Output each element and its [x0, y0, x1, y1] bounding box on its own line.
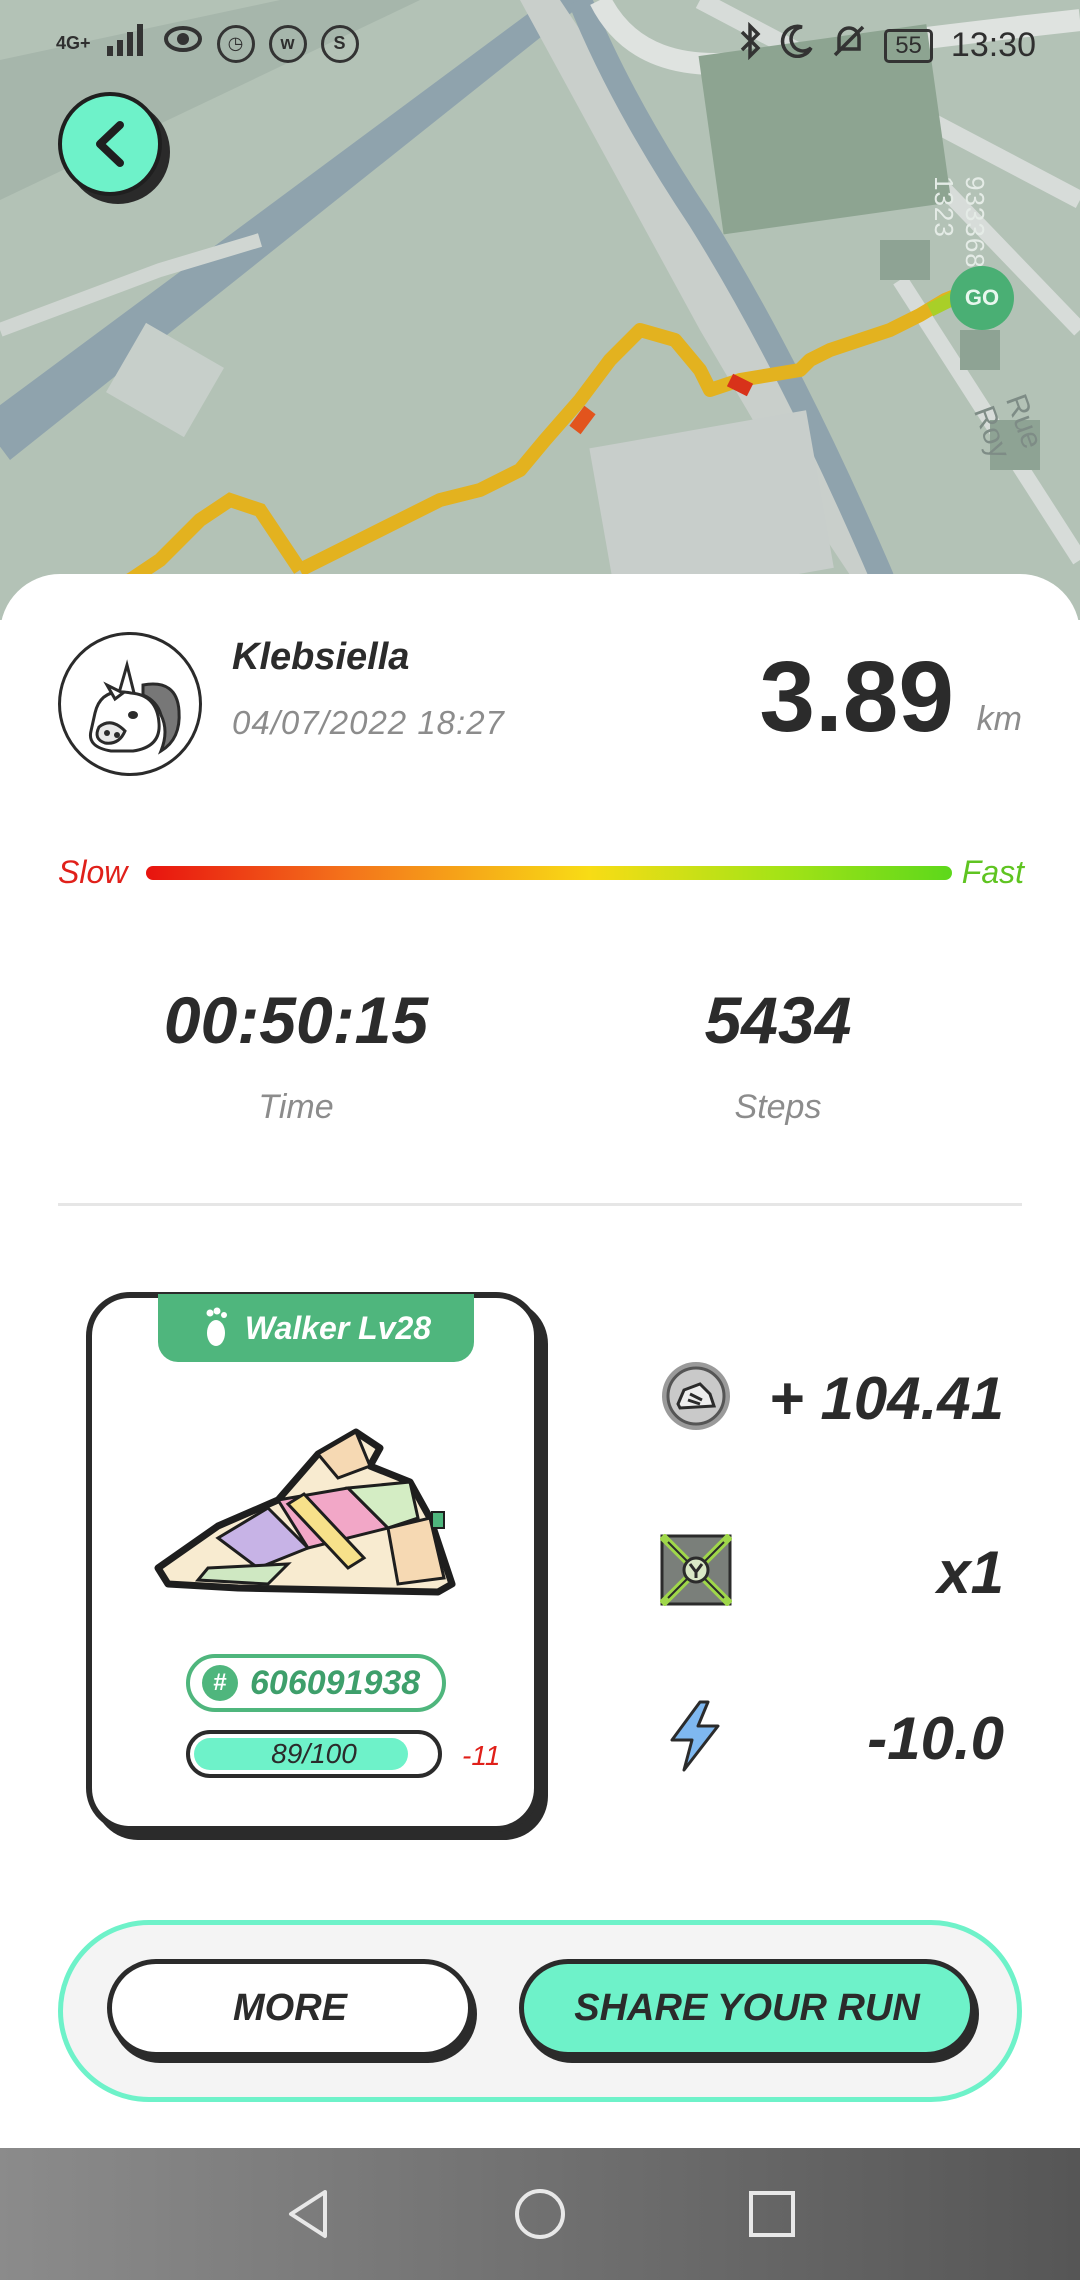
gst-coin-icon [662, 1362, 730, 1430]
status-right: 55 13:30 [738, 21, 1036, 69]
share-run-button[interactable]: SHARE YOUR RUN [519, 1959, 975, 2057]
hash-icon: # [202, 1665, 238, 1701]
speed-fast-label: Fast [961, 854, 1024, 890]
unicorn-avatar-icon [88, 659, 181, 755]
avatar[interactable] [58, 632, 202, 776]
chevron-left-icon [96, 121, 124, 167]
distance-value: 3.89 [759, 641, 954, 753]
reward-mystery-box: x1 [660, 1530, 1022, 1610]
time-value: 00:50:15 [163, 983, 429, 1057]
start-go-marker: GO [950, 266, 1014, 330]
status-bar: 4G+ ◷ w S 55 13:30 [0, 0, 1080, 92]
nav-back-icon[interactable] [283, 2186, 333, 2242]
alarm-icon: ◷ [216, 24, 255, 63]
mystery-box-icon [660, 1534, 732, 1606]
sneaker-id-badge: # 606091938 [186, 1654, 447, 1712]
map-canvas [0, 0, 1080, 620]
battery-icon: 55 [884, 28, 933, 63]
bluetooth-icon [738, 21, 762, 69]
footprint-icon [206, 1307, 227, 1346]
sneaker-card[interactable]: Walker Lv28 # 606091938 89/100 -11 [86, 1292, 540, 1832]
mute-bell-icon [832, 23, 866, 68]
run-date: 04/07/2022 18:27 [232, 704, 505, 741]
durability-loss: -11 [462, 1740, 501, 1771]
sneaker-level-tag: Walker Lv28 [158, 1294, 474, 1362]
energy-value: -10.0 [867, 1705, 1004, 1772]
clock-time: 13:30 [950, 26, 1036, 64]
moon-icon [780, 24, 814, 67]
app-s-icon: S [320, 24, 359, 63]
route-map[interactable]: 9333680 1323 Rue Roy GO [0, 0, 1080, 620]
steps-value: 5434 [704, 983, 852, 1057]
time-stat: 00:50:15 Time [96, 982, 496, 1127]
steps-stat: 5434 Steps [578, 982, 978, 1127]
distance-unit: km [976, 700, 1022, 738]
reward-energy: -10.0 [660, 1696, 1022, 1776]
signal-icon [105, 22, 149, 65]
network-label: 4G+ [56, 33, 91, 53]
steps-label: Steps [734, 1088, 822, 1126]
time-label: Time [258, 1088, 334, 1126]
durability-text: 89/100 [271, 1738, 357, 1769]
speed-slow-label: Slow [58, 854, 128, 890]
sneaker-id: 606091938 [250, 1663, 421, 1702]
system-nav-bar [0, 2148, 1080, 2280]
nav-home-icon[interactable] [513, 2187, 567, 2241]
back-button[interactable] [58, 92, 162, 196]
mystery-box-value: x1 [937, 1539, 1004, 1606]
more-button[interactable]: MORE [107, 1959, 473, 2057]
sneaker-level-label: Walker Lv28 [244, 1309, 432, 1346]
status-left: 4G+ ◷ w S [56, 22, 359, 65]
app-w-icon: w [268, 24, 307, 63]
sneaker-image [154, 1428, 456, 1596]
nav-recents-icon[interactable] [747, 2189, 797, 2239]
user-name: Klebsiella [232, 636, 410, 678]
durability-bar: 89/100 [186, 1730, 442, 1778]
divider [58, 1203, 1022, 1206]
gst-reward-value: + 104.41 [768, 1365, 1004, 1432]
energy-bolt-icon [670, 1700, 720, 1772]
eye-icon [163, 24, 203, 63]
reward-gst: + 104.41 [660, 1356, 1022, 1436]
action-panel: MORE SHARE YOUR RUN [58, 1920, 1022, 2102]
speed-legend: Slow Fast [58, 850, 1024, 894]
speed-gradient-bar [146, 866, 952, 880]
